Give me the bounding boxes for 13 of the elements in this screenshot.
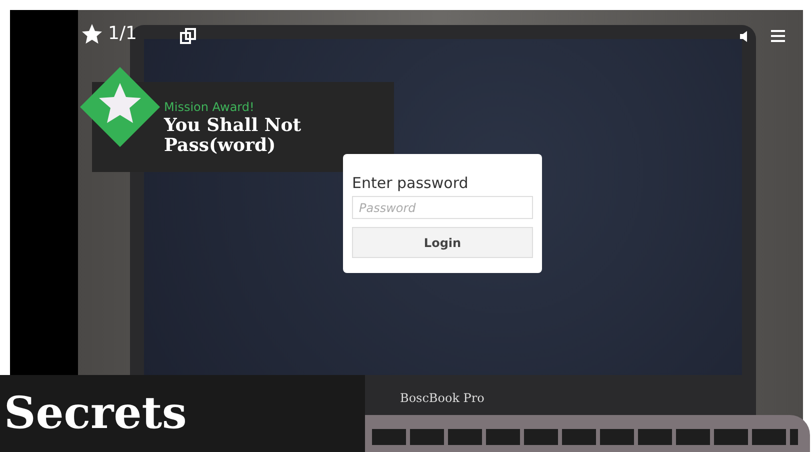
volume-icon[interactable] [740, 31, 748, 42]
progress-counter: 1/1 [108, 22, 137, 46]
star-icon [80, 22, 104, 46]
login-button[interactable]: Login [352, 227, 533, 258]
award-star-icon [80, 67, 160, 147]
password-field[interactable]: Password [352, 196, 533, 219]
award-label: Mission Award! [164, 99, 256, 116]
menu-icon[interactable] [771, 30, 785, 42]
award-title: You Shall Not Pass(word) [164, 116, 302, 156]
laptop-brand-label: BoscBook Pro [400, 390, 484, 407]
caption-title: Secrets [4, 386, 187, 440]
dialog-heading: Enter password [352, 174, 470, 192]
resources-icon[interactable] [180, 28, 197, 45]
